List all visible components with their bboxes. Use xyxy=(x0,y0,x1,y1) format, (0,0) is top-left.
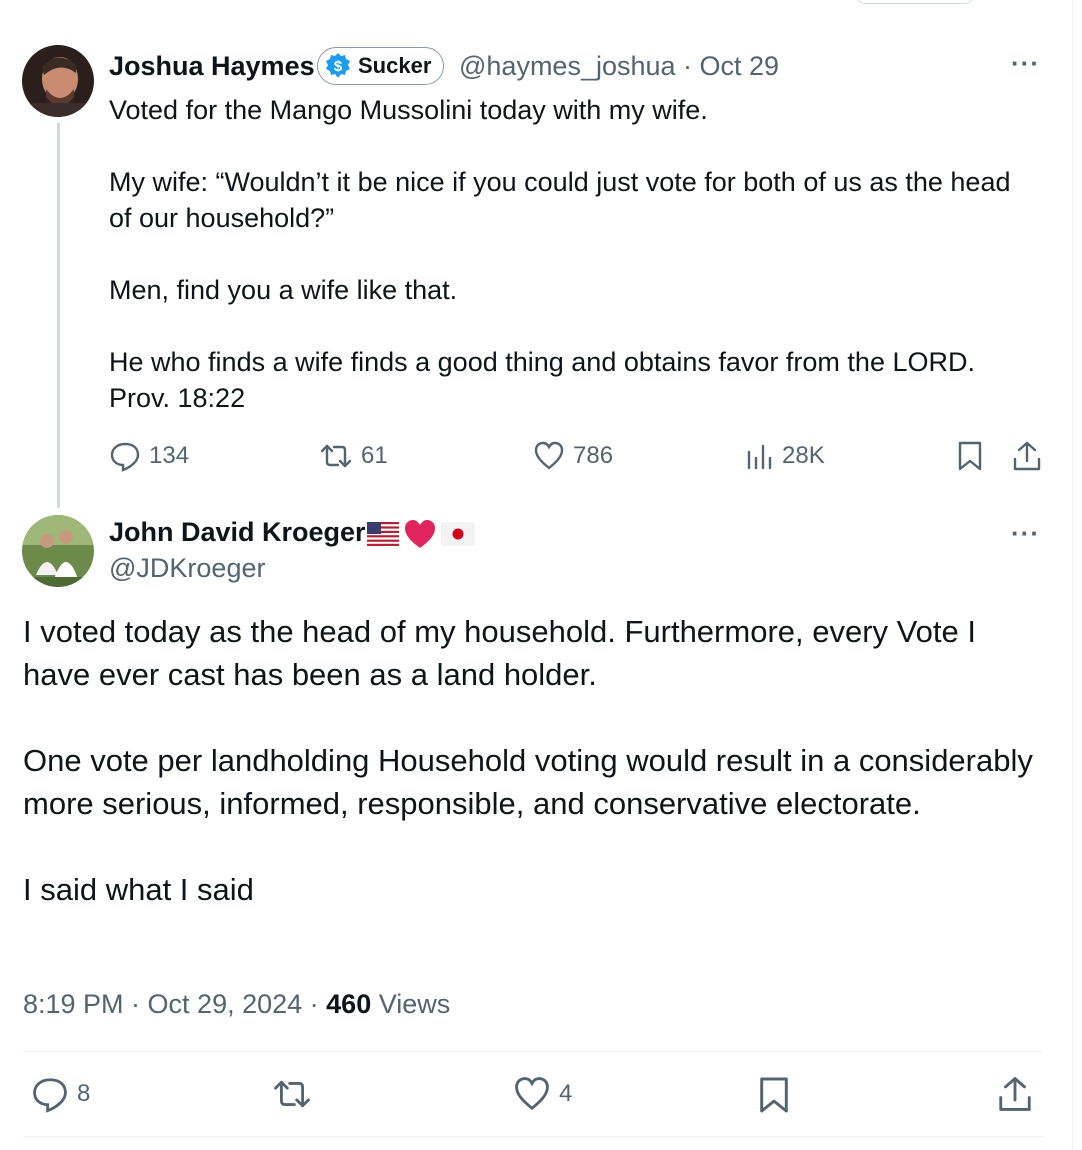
tweet-paragraph: Voted for the Mango Mussolini today with… xyxy=(109,95,708,125)
share-button[interactable] xyxy=(1012,440,1042,472)
thread-connector xyxy=(57,123,60,508)
avatar-john[interactable] xyxy=(22,515,94,587)
share-icon xyxy=(997,1075,1033,1113)
us-flag-icon xyxy=(367,522,399,546)
tweet-text: Voted for the Mango Mussolini today with… xyxy=(109,92,1039,416)
avatar-joshua[interactable] xyxy=(22,45,94,117)
tweet-paragraph: I said what I said xyxy=(23,872,254,907)
repost-count: 61 xyxy=(361,442,388,469)
japan-flag-icon xyxy=(441,522,475,546)
reply-button[interactable]: 8 xyxy=(31,1075,90,1113)
divider xyxy=(23,1136,1043,1137)
divider xyxy=(23,1051,1043,1052)
tweet-metadata: 8:19 PM · Oct 29, 2024 · 460 Views xyxy=(23,984,450,1024)
repost-button[interactable] xyxy=(272,1075,312,1113)
tweet-paragraph: Men, find you a wife like that. xyxy=(109,275,458,305)
tweet-timestamp[interactable]: 8:19 PM · Oct 29, 2024 · xyxy=(23,989,326,1019)
author-name[interactable]: Joshua Haymes xyxy=(109,50,315,82)
bookmark-icon xyxy=(758,1075,790,1115)
reply-icon xyxy=(31,1075,69,1113)
tweet-paragraph: He who finds a wife finds a good thing a… xyxy=(109,347,975,413)
views-count: 28K xyxy=(782,442,825,469)
bookmark-button[interactable] xyxy=(758,1075,790,1115)
reply-count: 134 xyxy=(149,442,190,469)
badge-label: Sucker xyxy=(358,53,432,78)
tweet-paragraph: One vote per landholding Household votin… xyxy=(23,743,1033,821)
repost-icon xyxy=(272,1075,312,1113)
name-emojis xyxy=(367,518,475,550)
svg-text:$: $ xyxy=(334,58,343,75)
red-heart-icon xyxy=(403,518,437,550)
reply-icon xyxy=(109,440,141,472)
views-label: Views xyxy=(371,989,451,1019)
tweet-paragraph: I voted today as the head of my househol… xyxy=(23,614,976,692)
author-name[interactable]: John David Kroeger xyxy=(109,516,366,548)
top-pill-fragment xyxy=(855,0,975,4)
tweet-text: I voted today as the head of my househol… xyxy=(23,610,1043,911)
dollar-badge-icon: $ xyxy=(324,52,352,80)
like-button[interactable]: 786 xyxy=(533,440,613,472)
subscription-badge[interactable]: $ Sucker xyxy=(317,47,445,85)
reply-button[interactable]: 134 xyxy=(109,440,189,472)
tweet-paragraph: My wife: “Wouldn’t it be nice if you cou… xyxy=(109,167,1011,233)
like-icon xyxy=(513,1075,551,1113)
bookmark-button[interactable] xyxy=(957,440,983,472)
like-count: 4 xyxy=(559,1080,573,1107)
like-count: 786 xyxy=(573,442,614,469)
like-icon xyxy=(533,440,565,472)
repost-icon xyxy=(319,440,353,472)
bookmark-icon xyxy=(957,440,983,472)
more-icon[interactable]: ··· xyxy=(1011,518,1040,549)
more-icon[interactable]: ··· xyxy=(1011,48,1040,79)
share-icon xyxy=(1012,440,1042,472)
views-count: 460 xyxy=(326,989,372,1019)
reply-count: 8 xyxy=(77,1080,91,1107)
author-handle-time[interactable]: @haymes_joshua · Oct 29 xyxy=(459,50,779,82)
author-handle[interactable]: @JDKroeger xyxy=(109,552,265,584)
views-icon xyxy=(746,440,774,472)
like-button[interactable]: 4 xyxy=(513,1075,572,1113)
views-button[interactable]: 28K xyxy=(746,440,825,472)
right-border xyxy=(1072,0,1073,1150)
repost-button[interactable]: 61 xyxy=(319,440,388,472)
share-button[interactable] xyxy=(997,1075,1033,1113)
